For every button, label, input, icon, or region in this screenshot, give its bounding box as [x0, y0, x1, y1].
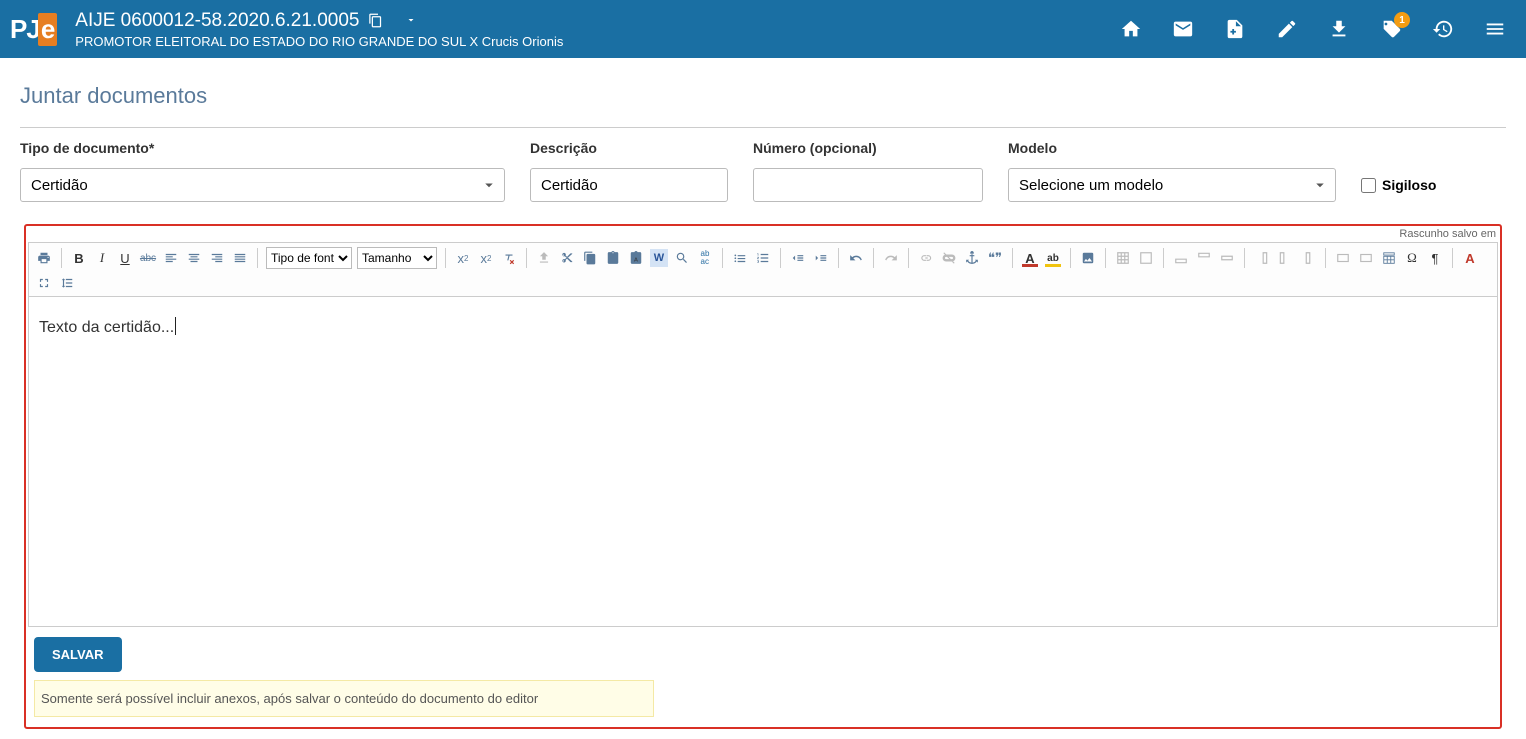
download-icon[interactable]	[1328, 18, 1350, 40]
quote-icon[interactable]: ❝❞	[986, 249, 1004, 267]
redo-icon[interactable]	[882, 249, 900, 267]
row-delete-icon[interactable]	[1218, 249, 1236, 267]
text-color-icon[interactable]: A	[1021, 249, 1039, 267]
home-icon[interactable]	[1120, 18, 1142, 40]
row-before-icon[interactable]	[1172, 249, 1190, 267]
menu-icon[interactable]	[1484, 18, 1506, 40]
align-left-icon[interactable]	[162, 249, 180, 267]
font-family-select[interactable]: Tipo de font	[266, 247, 352, 269]
case-number: AIJE 0600012-58.2020.6.21.0005	[75, 10, 359, 32]
clear-format-icon[interactable]	[500, 249, 518, 267]
split-cell-icon[interactable]	[1334, 249, 1352, 267]
numero-group: Número (opcional)	[753, 140, 983, 202]
edit-icon[interactable]	[1276, 18, 1298, 40]
tag-badge: 1	[1394, 12, 1410, 28]
col-delete-icon[interactable]	[1299, 249, 1317, 267]
bullet-list-icon[interactable]	[731, 249, 749, 267]
find-icon[interactable]	[673, 249, 691, 267]
page-title: Juntar documentos	[20, 83, 1506, 109]
pilcrow-icon[interactable]: ¶	[1426, 249, 1444, 267]
tipo-group: Tipo de documento* Certidão	[20, 140, 505, 202]
logo: PJe	[10, 13, 57, 46]
indent-icon[interactable]	[812, 249, 830, 267]
merge-cell-icon[interactable]	[1357, 249, 1375, 267]
row-after-icon[interactable]	[1195, 249, 1213, 267]
align-right-icon[interactable]	[208, 249, 226, 267]
logo-pj: PJ	[10, 14, 40, 45]
save-button[interactable]: SALVAR	[34, 637, 122, 672]
descricao-group: Descrição	[530, 140, 728, 202]
cut-icon[interactable]	[558, 249, 576, 267]
draft-hint: Rascunho salvo em	[28, 228, 1498, 242]
paste-icon[interactable]	[604, 249, 622, 267]
fullscreen-icon[interactable]	[35, 274, 53, 292]
editor-textarea[interactable]: Texto da certidão...	[28, 297, 1498, 627]
replace-icon[interactable]: ab ac	[696, 249, 714, 267]
table-props-icon[interactable]	[1137, 249, 1155, 267]
underline-button[interactable]: U	[116, 249, 134, 267]
descricao-input[interactable]	[530, 168, 728, 202]
svg-text:A: A	[634, 258, 638, 264]
print-icon[interactable]	[35, 249, 53, 267]
font-size-select[interactable]: Tamanho	[357, 247, 437, 269]
tipo-label: Tipo de documento*	[20, 140, 505, 156]
outdent-icon[interactable]	[789, 249, 807, 267]
history-icon[interactable]	[1432, 18, 1454, 40]
paste-text-icon[interactable]: A	[627, 249, 645, 267]
case-info: AIJE 0600012-58.2020.6.21.0005 PROMOTOR …	[75, 10, 563, 49]
modelo-select[interactable]: Selecione um modelo	[1008, 168, 1336, 202]
sigiloso-label: Sigiloso	[1382, 177, 1436, 193]
image-icon[interactable]	[1079, 249, 1097, 267]
special-char-icon[interactable]: Ω	[1403, 249, 1421, 267]
highlight-color-icon[interactable]: ab	[1044, 249, 1062, 267]
numero-input[interactable]	[753, 168, 983, 202]
line-spacing-icon[interactable]	[58, 274, 76, 292]
col-before-icon[interactable]	[1253, 249, 1271, 267]
sigiloso-checkbox[interactable]	[1361, 178, 1376, 193]
attach-note: Somente será possível incluir anexos, ap…	[34, 680, 654, 717]
superscript-button[interactable]: x2	[477, 249, 495, 267]
form-row: Tipo de documento* Certidão Descrição Nú…	[20, 127, 1506, 202]
subscript-button[interactable]: x2	[454, 249, 472, 267]
editor-toolbar: B I U abc Tipo de font Tamanho x2 x2 A W…	[28, 242, 1498, 297]
number-list-icon[interactable]	[754, 249, 772, 267]
document-add-icon[interactable]	[1224, 18, 1246, 40]
modelo-group: Modelo Selecione um modelo	[1008, 140, 1336, 202]
nav-icons: 1	[1120, 18, 1516, 40]
italic-button[interactable]: I	[93, 249, 111, 267]
align-center-icon[interactable]	[185, 249, 203, 267]
undo-icon[interactable]	[847, 249, 865, 267]
copy-icon[interactable]	[367, 13, 383, 29]
page-content: Juntar documentos Tipo de documento* Cer…	[0, 58, 1526, 739]
col-after-icon[interactable]	[1276, 249, 1294, 267]
table-icon[interactable]	[1114, 249, 1132, 267]
editor-content: Texto da certidão...	[39, 319, 174, 336]
unlink-icon[interactable]	[940, 249, 958, 267]
tipo-select[interactable]: Certidão	[20, 168, 505, 202]
logo-e: e	[38, 13, 57, 46]
sigiloso-group: Sigiloso	[1361, 168, 1436, 202]
strike-button[interactable]: abc	[139, 249, 157, 267]
insert-table-icon[interactable]	[1380, 249, 1398, 267]
anchor-icon[interactable]	[963, 249, 981, 267]
chevron-down-icon[interactable]	[405, 10, 417, 32]
editor-wrap: Rascunho salvo em B I U abc Tipo de font…	[24, 224, 1502, 729]
copy-toolbar-icon[interactable]	[581, 249, 599, 267]
link-icon[interactable]	[917, 249, 935, 267]
case-parties: PROMOTOR ELEITORAL DO ESTADO DO RIO GRAN…	[75, 34, 563, 49]
modelo-label: Modelo	[1008, 140, 1336, 156]
paste-word-icon[interactable]: W	[650, 249, 668, 267]
text-cursor	[175, 317, 176, 335]
numero-label: Número (opcional)	[753, 140, 983, 156]
import-icon[interactable]	[535, 249, 553, 267]
top-bar: PJe AIJE 0600012-58.2020.6.21.0005 PROMO…	[0, 0, 1526, 58]
align-justify-icon[interactable]	[231, 249, 249, 267]
descricao-label: Descrição	[530, 140, 728, 156]
format-a-icon[interactable]: A	[1461, 249, 1479, 267]
mail-icon[interactable]	[1172, 18, 1194, 40]
bold-button[interactable]: B	[70, 249, 88, 267]
tag-icon[interactable]: 1	[1380, 18, 1402, 40]
case-title-row: AIJE 0600012-58.2020.6.21.0005	[75, 10, 563, 32]
